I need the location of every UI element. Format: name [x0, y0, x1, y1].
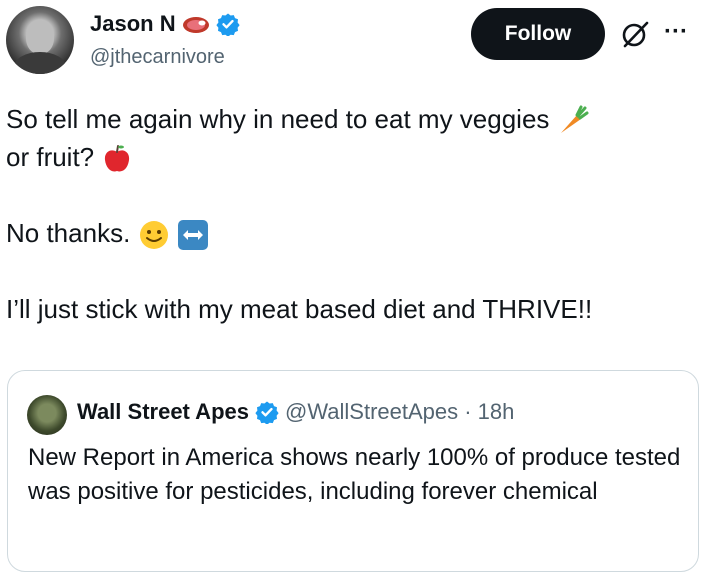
tweet-text: So tell me again why in need to eat my v… [6, 100, 696, 328]
carrot-emoji-icon [560, 105, 589, 134]
quoted-tweet-text: New Report in America shows nearly 100% … [28, 444, 681, 505]
steak-icon [182, 17, 209, 33]
follow-button[interactable]: Follow [471, 8, 605, 60]
quoted-author-name[interactable]: Wall Street Apes [77, 399, 249, 425]
left-right-arrow-icon [177, 220, 208, 251]
grok-icon[interactable] [621, 20, 649, 48]
tweet-line-4: I’ll just stick with my meat based diet … [6, 294, 593, 324]
tweet-line-3: No thanks. [6, 218, 131, 248]
quoted-handle-time[interactable]: @WallStreetApes · 18h [285, 399, 514, 425]
quoted-tweet-card[interactable]: Wall Street Apes @WallStreetApes · 18h N… [7, 370, 699, 572]
smile-emoji-icon [139, 221, 168, 250]
author-name-row: Jason N [90, 9, 240, 39]
apple-emoji-icon [105, 145, 130, 172]
more-icon[interactable]: ··· [664, 20, 688, 44]
verified-badge-icon [215, 13, 240, 36]
quoted-author-avatar[interactable] [27, 395, 67, 435]
tweet-line-2: or fruit? [6, 142, 95, 172]
author-avatar[interactable] [6, 6, 74, 74]
tweet-line-1: So tell me again why in need to eat my v… [6, 104, 550, 134]
author-name[interactable]: Jason N [90, 11, 176, 37]
quoted-author-row: Wall Street Apes @WallStreetApes · 18h [77, 399, 514, 425]
quoted-verified-badge-icon [255, 401, 279, 424]
author-handle[interactable]: @jthecarnivore [90, 46, 225, 69]
